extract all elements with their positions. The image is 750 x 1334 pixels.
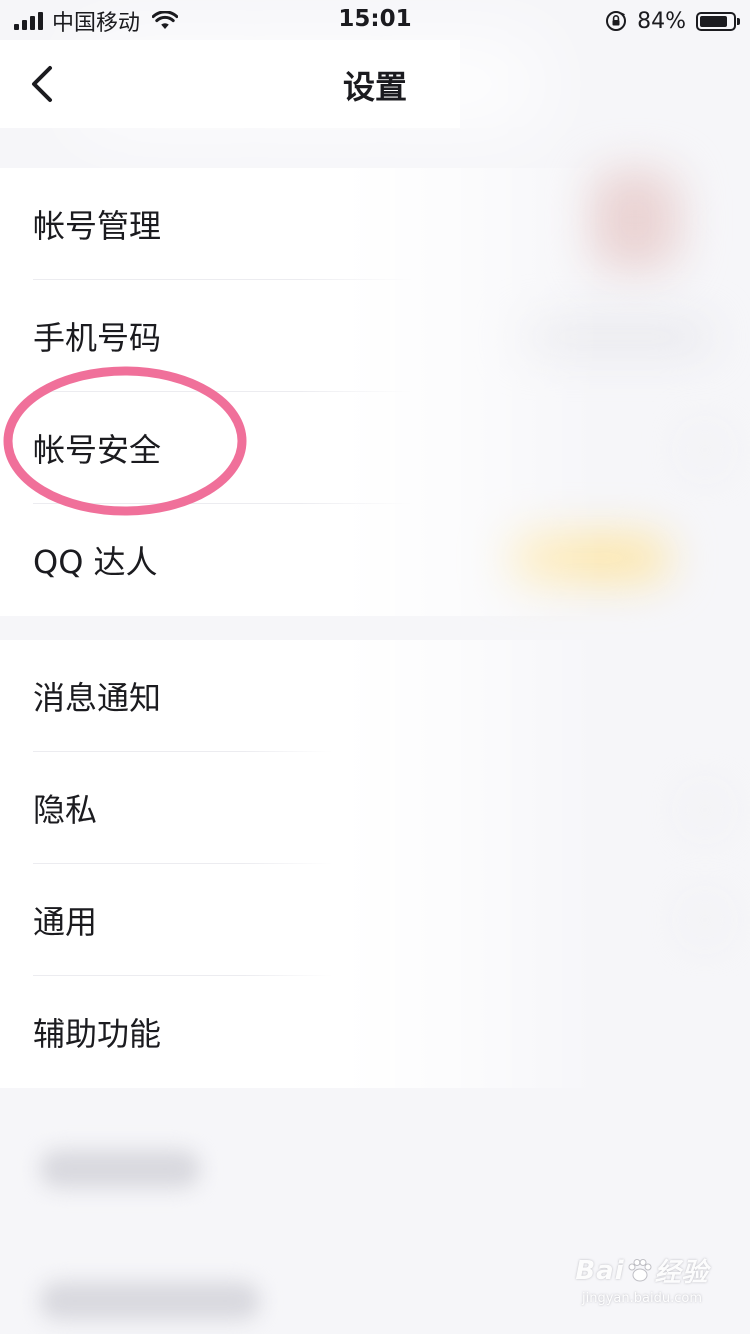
watermark-logo: Bai 经验 [572,1252,712,1289]
settings-item-label: QQ 达人 [33,543,158,581]
settings-item-label: 帐号管理 [33,207,162,245]
navigation-bar: 设置 [0,40,750,128]
settings-item-label: 帐号安全 [33,431,162,469]
status-right: 84% [605,6,740,36]
settings-item-account-management[interactable]: 帐号管理 [0,168,750,280]
watermark-logo-text: Bai [575,1255,625,1286]
settings-item-privacy[interactable]: 隐私 [0,752,750,864]
settings-item-notifications[interactable]: 消息通知 [0,640,750,752]
battery-icon [696,11,740,31]
settings-item-label: 手机号码 [33,319,162,357]
battery-percentage: 84% [637,8,686,34]
settings-item-account-security[interactable]: 帐号安全 [0,392,750,504]
settings-item-label: 隐私 [33,791,98,829]
battery-cap [737,17,740,25]
settings-panel: 帐号管理 手机号码 帐号安全 QQ 达人 消息通知 隐私 通用 辅助功能 [0,128,750,1088]
settings-group-general: 消息通知 隐私 通用 辅助功能 [0,640,750,1088]
settings-item-label: 辅助功能 [33,1015,162,1053]
page-title: 设置 [342,68,407,106]
status-bar: 中国移动 15:01 84% [0,0,750,40]
watermark-url: jingyan.baidu.com [582,1291,702,1306]
settings-item-phone-number[interactable]: 手机号码 [0,280,750,392]
settings-group-account: 帐号管理 手机号码 帐号安全 QQ 达人 [0,168,750,616]
settings-item-accessibility[interactable]: 辅助功能 [0,976,750,1088]
settings-item-label: 通用 [33,903,98,941]
blurred-row [40,1282,260,1320]
watermark-logo-text: 经验 [654,1258,709,1288]
battery-level [700,15,727,27]
settings-item-qq-talent[interactable]: QQ 达人 [0,504,750,616]
paw-icon [628,1258,652,1281]
settings-item-general[interactable]: 通用 [0,864,750,976]
orientation-lock-icon [606,11,627,31]
blurred-row [40,1150,200,1188]
baidu-jingyan-watermark: Bai 经验 jingyan.baidu.com [572,1252,712,1307]
settings-item-label: 消息通知 [33,679,162,717]
